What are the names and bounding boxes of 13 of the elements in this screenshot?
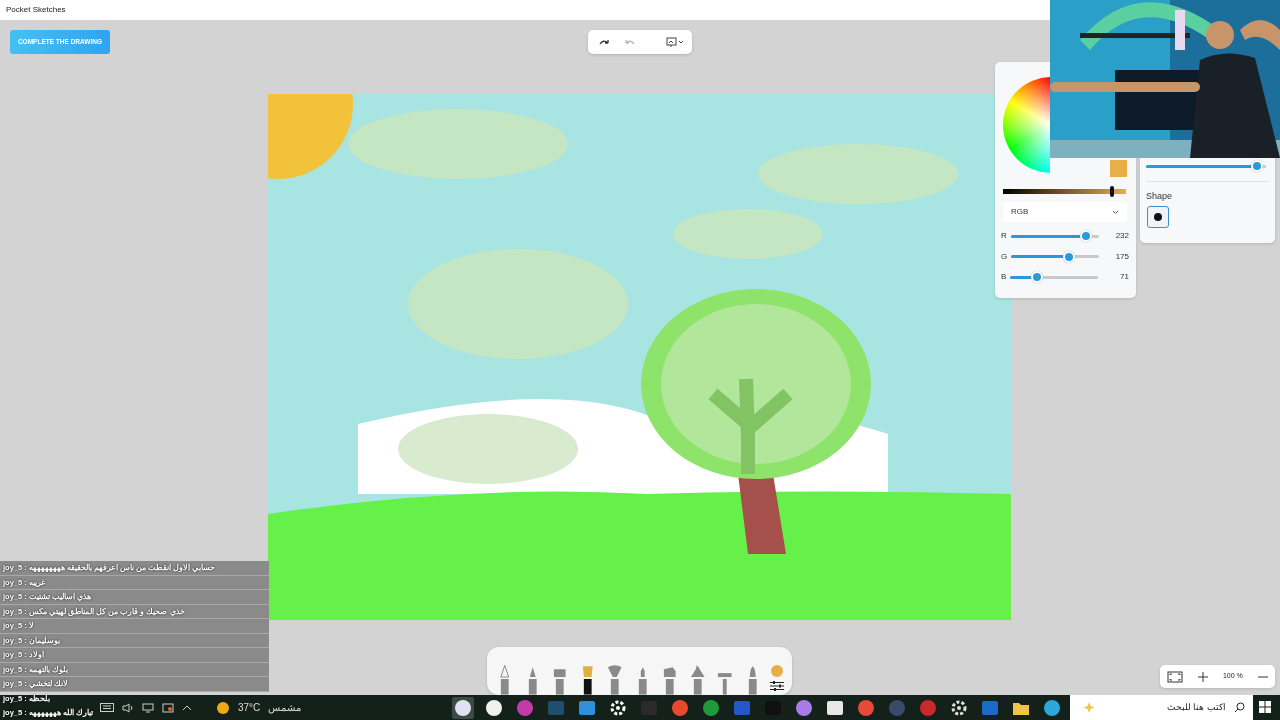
dropdown-value: RGB xyxy=(1011,206,1029,218)
search-placeholder: اكتب هنا للبحث xyxy=(1167,700,1226,714)
channel-value: 175 xyxy=(1115,250,1129,263)
search-field[interactable]: اكتب هنا للبحث xyxy=(1070,695,1253,720)
weather-label[interactable]: مشمس xyxy=(268,700,302,715)
channel-value: 71 xyxy=(1120,271,1129,283)
channel-label: R xyxy=(1001,230,1007,242)
channel-label: G xyxy=(1001,250,1008,263)
temperature[interactable]: 37°C xyxy=(238,700,261,715)
section-title: Shape xyxy=(1146,190,1173,203)
color-mode-dropdown[interactable]: RGB xyxy=(1003,202,1127,222)
channel-value: 232 xyxy=(1115,230,1129,242)
channel-label: B xyxy=(1001,271,1007,283)
